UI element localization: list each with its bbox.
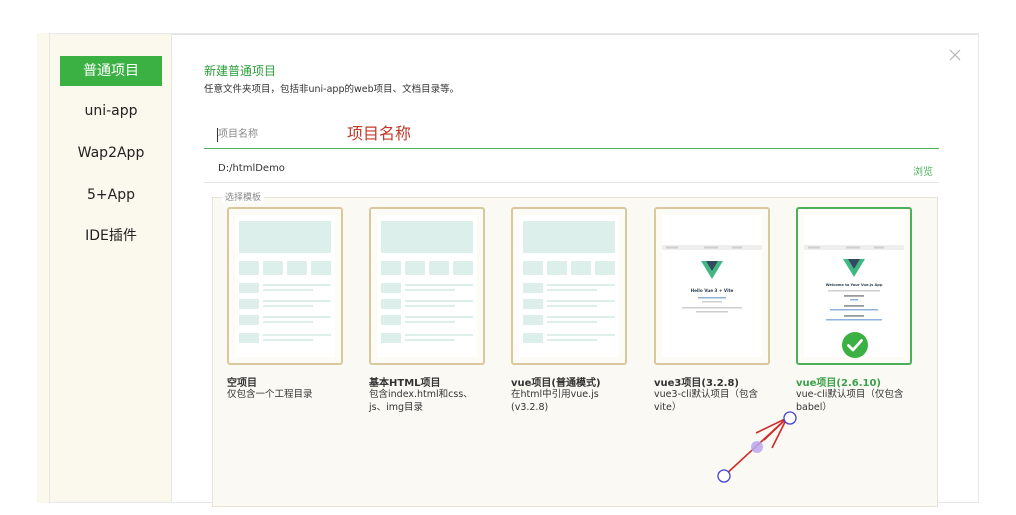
template-card-basic-html[interactable] (369, 207, 485, 365)
template-card-vue-normal[interactable] (511, 207, 627, 365)
wireframe-preview-icon (523, 221, 615, 343)
template-preview: Hello Vue 3 + Vite (662, 215, 762, 357)
project-path-field[interactable]: D:/htmlDemo (218, 163, 285, 174)
template-preview (519, 215, 619, 357)
selected-check-icon (842, 332, 868, 358)
template-card-vue3[interactable]: Hello Vue 3 + Vite (654, 207, 770, 365)
template-name-basic-html: 基本HTML项目 (369, 378, 441, 389)
vue-app-preview-icon: Hello Vue 3 + Vite (662, 245, 762, 313)
dialog-title: 新建普通项目 (204, 64, 277, 78)
wireframe-preview-icon (381, 221, 473, 343)
template-name-vue3: vue3项目(3.2.8) (654, 378, 739, 389)
wireframe-preview-icon (239, 221, 331, 343)
new-project-dialog: 普通项目 uni-app Wap2App 5+App IDE插件 新建普通项目 … (49, 33, 979, 507)
template-name-vue-normal: vue项目(普通模式) (511, 378, 601, 389)
project-name-row: 项目名称 (204, 120, 939, 149)
template-preview (235, 215, 335, 357)
template-desc-vue2: vue-cli默认项目（仅包含babel） (796, 389, 904, 413)
close-icon[interactable] (948, 48, 962, 62)
window-left-strip (37, 33, 49, 503)
svg-text:Hello Vue 3 + Vite: Hello Vue 3 + Vite (691, 288, 734, 293)
template-preview (377, 215, 477, 357)
project-name-input[interactable] (218, 126, 328, 142)
project-type-sidebar: 普通项目 uni-app Wap2App 5+App IDE插件 (50, 34, 172, 502)
dialog-subtitle: 任意文件夹项目，包括非uni-app的web项目、文档目录等。 (204, 84, 460, 95)
template-card-empty[interactable] (227, 207, 343, 365)
template-desc-basic-html: 包含index.html和css、js、img目录 (369, 389, 473, 413)
template-section-label: 选择模板 (222, 190, 265, 203)
svg-text:Welcome to Your Vue.js App: Welcome to Your Vue.js App (826, 283, 883, 287)
project-name-annotation: 项目名称 (347, 124, 412, 143)
project-path-row: D:/htmlDemo 浏览 (204, 158, 939, 183)
dialog-main-panel: 新建普通项目 任意文件夹项目，包括非uni-app的web项目、文档目录等。 项… (172, 34, 978, 507)
template-desc-empty: 仅包含一个工程目录 (227, 389, 313, 400)
sidebar-item-normal-project[interactable]: 普通项目 (60, 56, 162, 86)
template-name-empty: 空项目 (227, 378, 257, 389)
sidebar-item-ide-plugin[interactable]: IDE插件 (60, 221, 162, 251)
sidebar-item-uni-app[interactable]: uni-app (60, 96, 162, 126)
browse-button[interactable]: 浏览 (913, 163, 933, 178)
sidebar-item-wap2app[interactable]: Wap2App (60, 138, 162, 168)
template-desc-vue-normal: 在html中引用vue.js (v3.2.8) (511, 389, 599, 413)
template-name-vue2: vue项目(2.6.10) (796, 378, 881, 389)
sidebar-item-5plus-app[interactable]: 5+App (60, 180, 162, 210)
template-desc-vue3: vue3-cli默认项目（包含vite） (654, 389, 758, 413)
